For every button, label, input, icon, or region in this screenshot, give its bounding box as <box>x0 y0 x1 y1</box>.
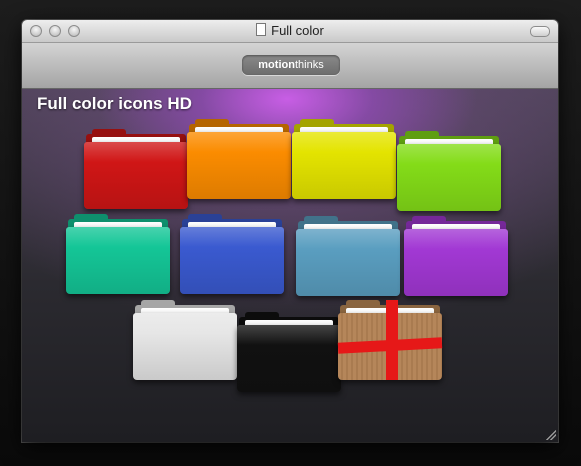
cardboard-box-folder-icon[interactable] <box>337 300 443 380</box>
app-window: Full color motionthinks Full color icons… <box>22 20 558 442</box>
toolbar: motionthinks <box>22 43 558 89</box>
brand-badge: motionthinks <box>242 55 340 75</box>
window-title: Full color <box>271 23 324 38</box>
purple-folder-icon[interactable] <box>404 216 508 296</box>
white-folder-icon[interactable] <box>133 300 237 380</box>
teal-folder-icon[interactable] <box>66 214 170 294</box>
steel-blue-folder-icon[interactable] <box>296 216 400 296</box>
title-bar: Full color <box>22 20 558 43</box>
content-area: Full color icons HD <box>22 89 558 442</box>
toolbar-toggle-button[interactable] <box>530 26 550 37</box>
yellow-folder-icon[interactable] <box>292 119 396 199</box>
orange-folder-icon[interactable] <box>187 119 291 199</box>
blue-folder-icon[interactable] <box>180 214 284 294</box>
content-heading: Full color icons HD <box>37 94 192 113</box>
lime-folder-icon[interactable] <box>397 131 501 211</box>
document-icon <box>256 23 267 36</box>
window-title-area: Full color <box>22 23 558 38</box>
red-folder-icon[interactable] <box>84 129 188 209</box>
brand-bold-text: motion <box>258 59 295 71</box>
resize-grip[interactable] <box>546 430 556 440</box>
black-folder-icon[interactable] <box>237 312 341 392</box>
brand-light-text: thinks <box>294 59 324 71</box>
